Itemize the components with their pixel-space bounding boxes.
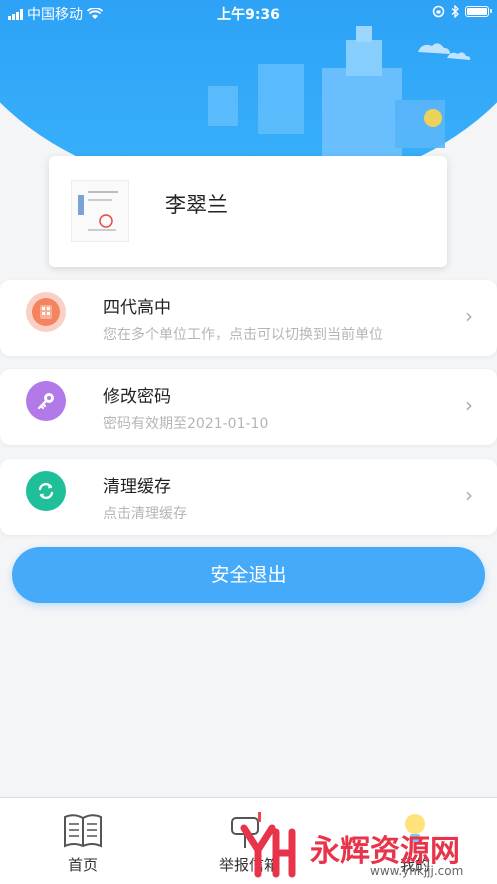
chevron-right-icon: ›	[465, 393, 473, 417]
menu-subtitle: 密码有效期至2021-01-10	[103, 416, 269, 432]
refresh-icon	[26, 471, 66, 511]
avatar	[71, 180, 129, 242]
watermark: 永辉资源网 www.yhkjjj.com	[240, 820, 497, 883]
menu-item-unit[interactable]: 四代高中 您在多个单位工作，点击可以切换到当前单位 ›	[0, 280, 497, 356]
logout-button[interactable]: 安全退出	[12, 547, 485, 603]
watermark-logo-icon	[240, 824, 296, 878]
book-icon	[64, 814, 102, 848]
status-bar: 中国移动 上午9:36	[0, 0, 497, 26]
building-icon	[26, 292, 66, 332]
menu-title: 四代高中	[103, 298, 171, 318]
battery-icon	[465, 6, 492, 17]
clock: 上午9:36	[217, 7, 280, 23]
menu-subtitle: 您在多个单位工作，点击可以切换到当前单位	[103, 327, 383, 343]
bluetooth-icon	[451, 5, 459, 18]
menu-title: 修改密码	[103, 387, 171, 407]
chevron-right-icon: ›	[465, 304, 473, 328]
chevron-right-icon: ›	[465, 483, 473, 507]
profile-card[interactable]: 李翠兰	[49, 156, 447, 267]
menu-title: 清理缓存	[103, 477, 171, 497]
watermark-url: www.yhkjjj.com	[370, 864, 464, 878]
menu-item-clear-cache[interactable]: 清理缓存 点击清理缓存 ›	[0, 459, 497, 535]
menu-subtitle: 点击清理缓存	[103, 506, 187, 522]
menu-item-password[interactable]: 修改密码 密码有效期至2021-01-10 ›	[0, 369, 497, 445]
tab-label: 首页	[67, 856, 98, 874]
tab-home[interactable]: 首页	[0, 798, 166, 884]
user-name: 李翠兰	[165, 193, 228, 217]
rotation-lock-icon	[432, 5, 445, 18]
key-icon	[26, 381, 66, 421]
